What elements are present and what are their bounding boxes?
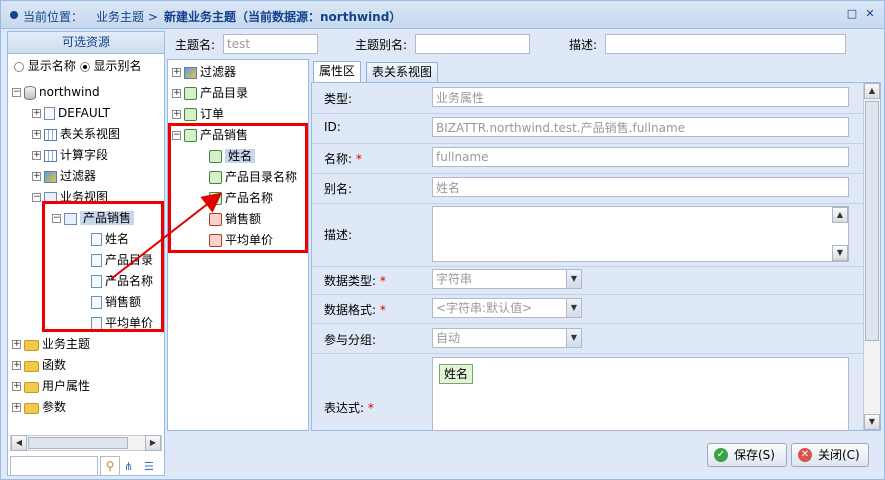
id-label: ID: [324,120,341,134]
save-label: 保存(S) [734,448,775,462]
scroll-up-icon[interactable]: ▲ [864,83,880,99]
datatype-label-text: 数据类型: [324,274,377,288]
format-value: <字符串:默认值> [436,301,533,315]
check-icon: ✓ [714,448,728,462]
vertical-scrollbar[interactable]: ▲ ▼ [863,83,880,430]
save-button[interactable]: ✓ 保存(S) [707,443,787,467]
tab-property-area[interactable]: 属性区 [313,61,362,82]
row-divider [312,353,863,354]
scroll-thumb[interactable] [865,101,879,341]
format-label: 数据格式: * [324,301,386,318]
scroll-up-icon[interactable]: ▲ [832,207,848,223]
row-divider [312,173,863,174]
property-form: 类型: ID: 名称: * 别名: 描述: ▲ ▼ 数据类型: * 字符串 ▼ 数… [311,82,881,431]
name-label-text: 名称: [324,152,353,166]
expr-label: 表达式: * [324,399,374,416]
main-window: 当前位置： 业务主题 > 新建业务主题（当前数据源：northwind） □ ✕… [0,0,885,480]
chevron-down-icon[interactable]: ▼ [566,299,581,317]
datatype-value: 字符串 [436,272,473,286]
name-label: 名称: * [324,150,362,167]
chevron-down-icon[interactable]: ▼ [566,329,581,347]
tab-relation-view[interactable]: 表关系视图 [366,62,439,82]
id-input[interactable] [432,117,849,137]
group-value: 自动 [436,331,461,345]
row-divider [312,113,863,114]
type-input[interactable] [432,87,849,107]
format-select[interactable]: <字符串:默认值> ▼ [432,298,582,318]
row-divider [312,203,863,204]
datatype-label: 数据类型: * [324,272,386,289]
row-divider [312,294,863,295]
required-mark: * [379,274,386,288]
expr-label-text: 表达式: [324,401,365,415]
row-divider [312,143,863,144]
alias-input[interactable] [432,177,849,197]
required-mark: * [355,152,362,166]
alias-label: 别名: [324,182,353,196]
expression-editor[interactable]: 姓名 [432,357,849,431]
row-divider [312,323,863,324]
type-label: 类型: [324,92,353,106]
name-input[interactable] [432,147,849,167]
group-select[interactable]: 自动 ▼ [432,328,582,348]
row-divider [312,266,863,267]
required-mark: * [379,303,386,317]
chevron-down-icon[interactable]: ▼ [566,270,581,288]
expr-token[interactable]: 姓名 [439,364,474,384]
scroll-down-icon[interactable]: ▼ [832,245,848,261]
close-label: 关闭(C) [818,448,860,462]
property-area: 属性区 表关系视图 类型: ID: 名称: * 别名: 描述: ▲ ▼ 数据类型… [311,59,881,431]
close-circle-icon: ✕ [798,448,812,462]
scroll-down-icon[interactable]: ▼ [864,414,880,430]
group-label: 参与分组: [324,333,377,347]
required-mark: * [367,401,374,415]
datatype-select[interactable]: 字符串 ▼ [432,269,582,289]
close-button[interactable]: ✕ 关闭(C) [791,443,869,467]
desc-textarea[interactable]: ▲ ▼ [432,206,849,262]
desc-label: 描述: [324,228,353,242]
format-label-text: 数据格式: [324,303,377,317]
